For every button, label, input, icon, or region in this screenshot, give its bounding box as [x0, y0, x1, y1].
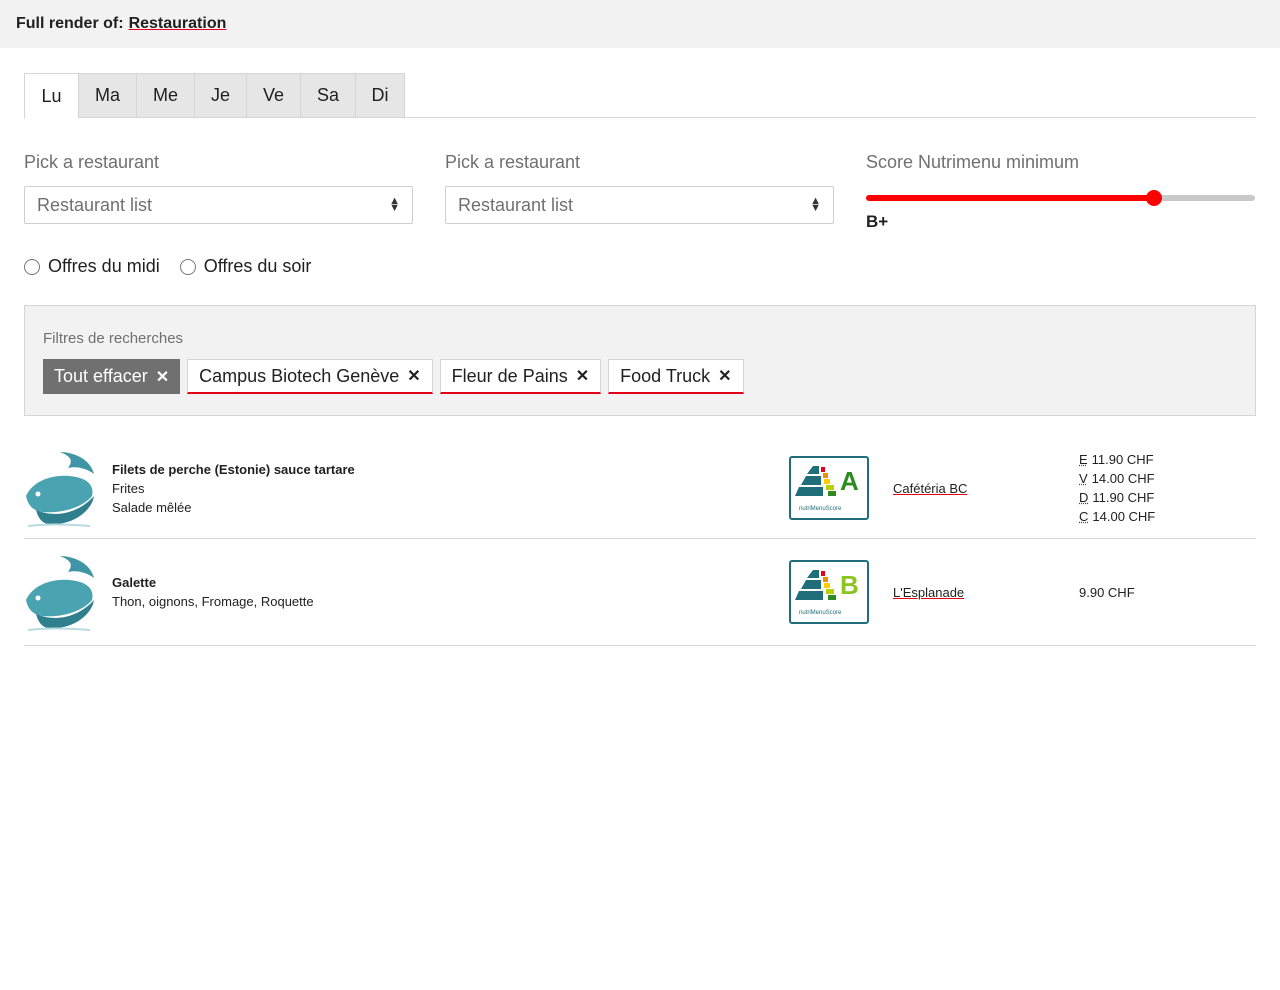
- restaurant-link[interactable]: Cafétéria BC: [893, 481, 1079, 496]
- restaurant-filter-1: Pick a restaurant Restaurant list ▲ ▼: [24, 152, 413, 232]
- price-category: D: [1079, 490, 1089, 505]
- price-value: 9.90 CHF: [1079, 584, 1135, 600]
- filter-chip[interactable]: Food Truck ✕: [608, 359, 744, 394]
- filter-chip[interactable]: Fleur de Pains ✕: [439, 359, 602, 394]
- score-value: B+: [866, 212, 889, 231]
- grade-letter: A: [840, 466, 859, 496]
- chip-label: Fleur de Pains: [451, 365, 568, 386]
- price-value: 11.90 CHF: [1092, 490, 1155, 505]
- price-line: C 14.00 CHF: [1079, 507, 1155, 526]
- restaurant-select-2[interactable]: Restaurant list ▲ ▼: [445, 186, 834, 224]
- chip-label: Tout effacer: [54, 366, 148, 386]
- meal-time-radios: Offres du midi Offres du soir: [24, 256, 1256, 277]
- radio-label: Offres du soir: [203, 256, 312, 276]
- dish-line: Thon, oignons, Fromage, Roquette: [112, 594, 314, 609]
- nutrimenu-badge: B nutriMenuScore: [789, 560, 869, 624]
- restaurant-filter-2: Pick a restaurant Restaurant list ▲ ▼: [445, 152, 834, 232]
- filter-chip[interactable]: Campus Biotech Genève ✕: [187, 359, 433, 394]
- menu-list: Filets de perche (Estonie) sauce tartare…: [24, 438, 1256, 646]
- dish-name: Filets de perche (Estonie) sauce tartare: [112, 461, 355, 477]
- clear-all-button[interactable]: Tout effacer ✕: [43, 359, 181, 394]
- radio-lunch[interactable]: Offres du midi: [24, 256, 160, 277]
- chip-label: Campus Biotech Genève: [199, 365, 400, 386]
- select-value: Restaurant list: [458, 194, 574, 215]
- close-icon[interactable]: ✕: [576, 366, 589, 386]
- price-value: 14.00 CHF: [1092, 509, 1156, 524]
- dish-line: Salade mêlée: [112, 499, 192, 515]
- sort-caret-icon: ▲ ▼: [389, 195, 400, 214]
- nutrimenu-score-icon: A nutriMenuScore: [795, 466, 859, 512]
- active-filters-title: Filtres de recherches: [43, 330, 184, 347]
- fish-icon: [26, 452, 94, 527]
- render-prefix: Full render of:: [16, 15, 124, 32]
- slider-thumb[interactable]: [1145, 190, 1162, 206]
- tab-wednesday[interactable]: Me: [136, 73, 194, 118]
- main-content: Lu Ma Me Je Ve Sa Di Pick a restaurant R…: [0, 73, 1280, 646]
- price-value: 14.00 CHF: [1091, 471, 1155, 486]
- select-value: Restaurant list: [37, 194, 153, 215]
- tab-friday[interactable]: Ve: [246, 73, 300, 118]
- radio-evening[interactable]: Offres du soir: [179, 256, 312, 277]
- top-bar: Full render of: Restauration: [0, 0, 1280, 48]
- close-icon[interactable]: ✕: [407, 366, 420, 386]
- price-line: D 11.90 CHF: [1079, 488, 1155, 507]
- dish-description: Galette Thon, oignons, Fromage, Roquette: [112, 573, 732, 611]
- price-line: E 11.90 CHF: [1079, 450, 1155, 469]
- price-category: V: [1079, 471, 1088, 486]
- svg-text:nutriMenuScore: nutriMenuScore: [799, 610, 842, 616]
- dish-description: Filets de perche (Estonie) sauce tartare…: [112, 460, 732, 517]
- radio-circle[interactable]: [24, 258, 40, 275]
- close-icon[interactable]: ✕: [718, 366, 731, 386]
- filters-row: Pick a restaurant Restaurant list ▲ ▼ Pic…: [24, 152, 1256, 232]
- price-category: C: [1079, 509, 1089, 524]
- grade-letter: B: [840, 570, 859, 600]
- price-value: 11.90 CHF: [1091, 452, 1154, 467]
- radio-label: Offres du midi: [48, 256, 160, 276]
- chip-label: Food Truck: [620, 365, 711, 386]
- score-filter: Score Nutrimenu minimum B+: [866, 152, 1255, 232]
- restaurant-select-1[interactable]: Restaurant list ▲ ▼: [24, 186, 413, 224]
- tab-monday[interactable]: Lu: [24, 73, 78, 119]
- restauration-link[interactable]: Restauration: [129, 15, 227, 33]
- fish-icon: [26, 556, 94, 631]
- radio-circle[interactable]: [179, 258, 196, 275]
- filter-chips: Tout effacer ✕ Campus Biotech Genève ✕ F…: [43, 359, 1237, 394]
- tab-sunday[interactable]: Di: [355, 73, 405, 118]
- dish-name: Galette: [112, 575, 157, 590]
- price-category: E: [1079, 452, 1088, 467]
- price-line: 9.90 CHF: [1079, 583, 1135, 602]
- close-icon: ✕: [155, 368, 170, 386]
- tab-tuesday[interactable]: Ma: [78, 73, 136, 118]
- svg-text:nutriMenuScore: nutriMenuScore: [799, 506, 842, 512]
- score-label: Score Nutrimenu minimum: [866, 152, 1080, 172]
- score-slider[interactable]: [866, 190, 1255, 206]
- field-label: Pick a restaurant: [24, 152, 160, 172]
- sort-caret-icon: ▲ ▼: [810, 195, 821, 214]
- price-list: E 11.90 CHF V 14.00 CHF D 11.90 CHF C 14.00 …: [1079, 450, 1155, 526]
- field-label: Pick a restaurant: [445, 152, 581, 172]
- restaurant-link[interactable]: L'Esplanade: [893, 585, 1079, 600]
- price-list: 9.90 CHF: [1079, 583, 1135, 602]
- tab-thursday[interactable]: Je: [194, 73, 246, 118]
- list-item: Galette Thon, oignons, Fromage, Roquette…: [24, 539, 1256, 646]
- list-item: Filets de perche (Estonie) sauce tartare…: [24, 438, 1256, 539]
- dish-line: Frites: [112, 480, 145, 496]
- price-line: V 14.00 CHF: [1079, 469, 1155, 488]
- slider-fill: [866, 195, 1154, 201]
- tab-saturday[interactable]: Sa: [300, 73, 355, 118]
- nutrimenu-badge: A nutriMenuScore: [789, 456, 869, 520]
- day-tabs: Lu Ma Me Je Ve Sa Di: [24, 73, 1256, 119]
- active-filters-box: Filtres de recherches Tout effacer ✕ Cam…: [24, 305, 1256, 416]
- nutrimenu-score-icon: B nutriMenuScore: [795, 570, 859, 616]
